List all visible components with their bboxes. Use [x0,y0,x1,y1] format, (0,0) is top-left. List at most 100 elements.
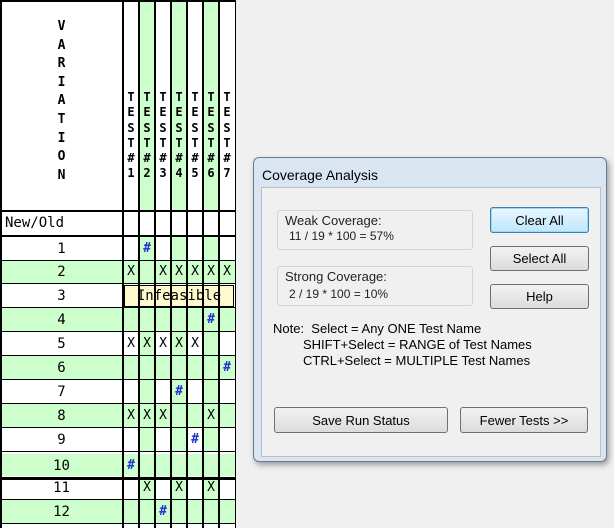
x-mark[interactable]: X [123,332,139,355]
grid-line [0,0,236,2]
hash-mark[interactable]: # [155,500,171,523]
empty-cell[interactable] [171,428,187,451]
x-mark[interactable]: X [203,404,219,427]
row-number[interactable]: 7 [0,380,123,403]
row-number[interactable]: 1 [0,237,123,260]
test-header-1[interactable]: T E S T #1 [123,90,139,182]
test-header-5[interactable]: T E S T #5 [187,90,203,182]
empty-cell[interactable] [187,380,203,403]
empty-cell[interactable] [203,332,219,355]
empty-cell[interactable] [139,500,155,523]
empty-cell[interactable] [171,356,187,379]
empty-cell[interactable] [219,380,235,403]
empty-cell[interactable] [187,356,203,379]
x-mark[interactable]: X [171,260,187,283]
empty-cell[interactable] [187,308,203,331]
row-number[interactable]: 2 [0,260,123,283]
empty-cell[interactable] [219,404,235,427]
empty-cell[interactable] [219,308,235,331]
empty-cell[interactable] [171,500,187,523]
x-mark[interactable]: X [219,260,235,283]
x-mark[interactable]: X [139,332,155,355]
x-mark[interactable]: X [187,332,203,355]
hash-mark[interactable]: # [187,428,203,451]
empty-cell[interactable] [155,380,171,403]
empty-cell[interactable] [219,454,235,477]
dialog-title: Coverage Analysis [262,167,378,183]
x-mark[interactable]: X [187,260,203,283]
variation-header-char: V [57,19,66,34]
empty-cell[interactable] [123,500,139,523]
empty-cell[interactable] [203,454,219,477]
row-number[interactable]: 3 [0,284,123,307]
empty-cell[interactable] [187,237,203,260]
empty-cell[interactable] [123,308,139,331]
empty-cell[interactable] [139,380,155,403]
empty-cell[interactable] [171,308,187,331]
empty-cell[interactable] [203,237,219,260]
empty-cell[interactable] [171,237,187,260]
hash-mark[interactable]: # [139,237,155,260]
hash-mark[interactable]: # [123,454,139,477]
fewer-tests-button[interactable]: Fewer Tests >> [460,407,588,433]
help-button[interactable]: Help [490,284,589,309]
x-mark[interactable]: X [203,260,219,283]
clear-all-button[interactable]: Clear All [490,207,589,233]
empty-cell[interactable] [171,454,187,477]
x-mark[interactable]: X [155,260,171,283]
test-header-4[interactable]: T E S T #4 [171,90,187,182]
empty-cell[interactable] [155,237,171,260]
empty-cell[interactable] [219,332,235,355]
save-run-status-button[interactable]: Save Run Status [274,407,448,433]
row-number[interactable]: 9 [0,428,123,451]
x-mark[interactable]: X [155,404,171,427]
empty-cell[interactable] [155,454,171,477]
empty-cell[interactable] [171,404,187,427]
row-number[interactable]: 12 [0,500,123,523]
test-header-2[interactable]: T E S T #2 [139,90,155,182]
empty-cell[interactable] [139,308,155,331]
row-number[interactable]: 5 [0,332,123,355]
empty-cell[interactable] [155,428,171,451]
empty-cell[interactable] [123,428,139,451]
empty-cell[interactable] [203,428,219,451]
x-mark[interactable]: X [139,404,155,427]
x-mark[interactable]: X [123,260,139,283]
empty-cell[interactable] [155,356,171,379]
empty-cell[interactable] [187,500,203,523]
x-mark[interactable]: X [155,332,171,355]
hash-mark[interactable]: # [171,380,187,403]
empty-cell[interactable] [155,308,171,331]
empty-cell[interactable] [219,428,235,451]
test-header-6[interactable]: T E S T #6 [203,90,219,182]
note-line-3: CTRL+Select = MULTIPLE Test Names [303,353,531,368]
x-mark[interactable]: X [123,404,139,427]
empty-cell[interactable] [139,260,155,283]
x-mark[interactable]: X [171,332,187,355]
empty-cell[interactable] [219,237,235,260]
dialog-body: Weak Coverage: 11 / 19 * 100 = 57% Stron… [261,187,601,457]
empty-cell[interactable] [123,356,139,379]
grid-line [0,307,236,308]
hash-mark[interactable]: # [219,356,235,379]
empty-cell[interactable] [219,500,235,523]
empty-cell[interactable] [123,237,139,260]
empty-cell[interactable] [187,454,203,477]
row-number[interactable]: 4 [0,308,123,331]
empty-cell[interactable] [139,428,155,451]
select-all-button[interactable]: Select All [490,246,589,271]
empty-cell[interactable] [187,404,203,427]
test-header-3[interactable]: T E S T #3 [155,90,171,182]
strong-coverage-label: Strong Coverage: [285,269,387,284]
row-number[interactable]: 8 [0,404,123,427]
test-header-7[interactable]: T E S T #7 [219,90,235,182]
empty-cell[interactable] [203,356,219,379]
row-number[interactable]: 6 [0,356,123,379]
empty-cell[interactable] [203,500,219,523]
empty-cell[interactable] [123,380,139,403]
hash-mark[interactable]: # [203,308,219,331]
empty-cell[interactable] [139,454,155,477]
row-number[interactable]: 10 [0,454,123,477]
empty-cell[interactable] [139,356,155,379]
empty-cell[interactable] [203,380,219,403]
